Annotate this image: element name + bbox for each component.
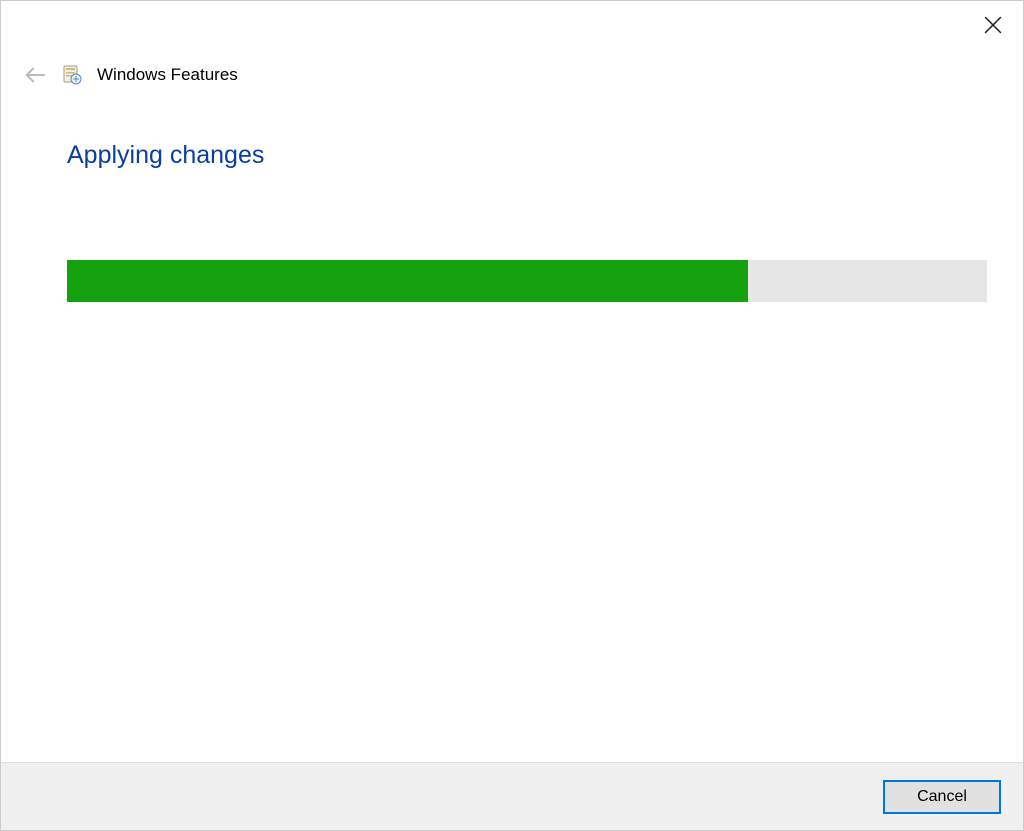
progress-bar [67, 260, 987, 302]
back-arrow-icon [23, 63, 47, 87]
cancel-button[interactable]: Cancel [883, 780, 1001, 814]
progress-bar-fill [67, 260, 748, 302]
page-heading: Applying changes [67, 141, 987, 170]
windows-features-icon [61, 64, 83, 86]
close-icon[interactable] [981, 13, 1005, 37]
dialog-footer: Cancel [1, 762, 1023, 830]
window-title: Windows Features [97, 65, 238, 85]
title-bar: Windows Features [23, 63, 238, 87]
